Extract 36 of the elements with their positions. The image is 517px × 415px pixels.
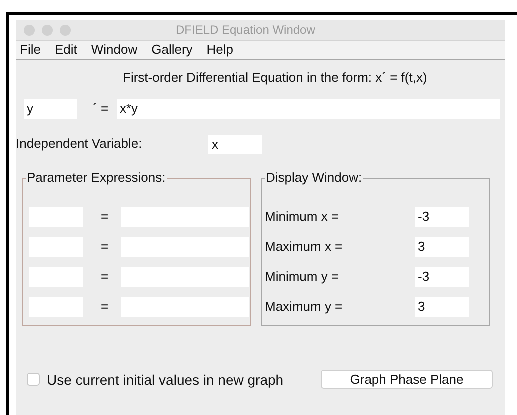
checkbox-label: Use current initial values in new graph [47, 370, 284, 388]
parameter-group-title: Parameter Expressions: [26, 170, 167, 186]
menu-item[interactable]: Edit [54, 40, 78, 60]
menu-item[interactable]: File [20, 40, 41, 60]
window-title: DFIELD Equation Window [176, 22, 316, 39]
display-window-title: Display Window: [265, 170, 364, 186]
equals-sign: = [101, 208, 110, 226]
parameter-value-field[interactable] [121, 207, 249, 227]
bound-field[interactable]: 3 [415, 297, 469, 317]
bound-field[interactable]: 3 [415, 237, 469, 257]
graph-phase-plane-button[interactable]: Graph Phase Plane [321, 370, 493, 389]
prime-equals: ´ = [93, 100, 110, 118]
parameter-value-field[interactable] [121, 237, 249, 257]
independent-variable-label: Independent Variable: [16, 135, 144, 154]
menu-item[interactable]: Gallery [152, 40, 193, 60]
bound-label: Minimum x = [265, 208, 340, 226]
parameter-value-field[interactable] [121, 267, 249, 287]
equals-sign: = [101, 298, 110, 316]
bound-label: Maximum x = [265, 238, 344, 256]
bound-field[interactable]: -3 [415, 267, 469, 287]
independent-variable-field[interactable]: x [208, 134, 262, 154]
close-icon[interactable] [24, 24, 35, 36]
minimize-icon[interactable] [42, 24, 53, 36]
menu-item[interactable]: Help [206, 40, 234, 60]
bound-label: Maximum y = [265, 298, 344, 316]
parameter-value-field[interactable] [121, 297, 249, 317]
heading: First-order Differential Equation in the form: x´ = f(t,x) [123, 70, 428, 85]
bound-label: Minimum y = [265, 268, 340, 286]
variable-field[interactable]: y [24, 99, 77, 119]
bound-field[interactable]: -3 [415, 207, 469, 227]
menu-item[interactable]: Window [91, 40, 138, 60]
equals-sign: = [101, 268, 110, 286]
checkbox[interactable] [27, 373, 40, 386]
zoom-icon[interactable] [60, 24, 71, 36]
equals-sign: = [101, 238, 110, 256]
expression-field[interactable]: x*y [117, 99, 500, 119]
